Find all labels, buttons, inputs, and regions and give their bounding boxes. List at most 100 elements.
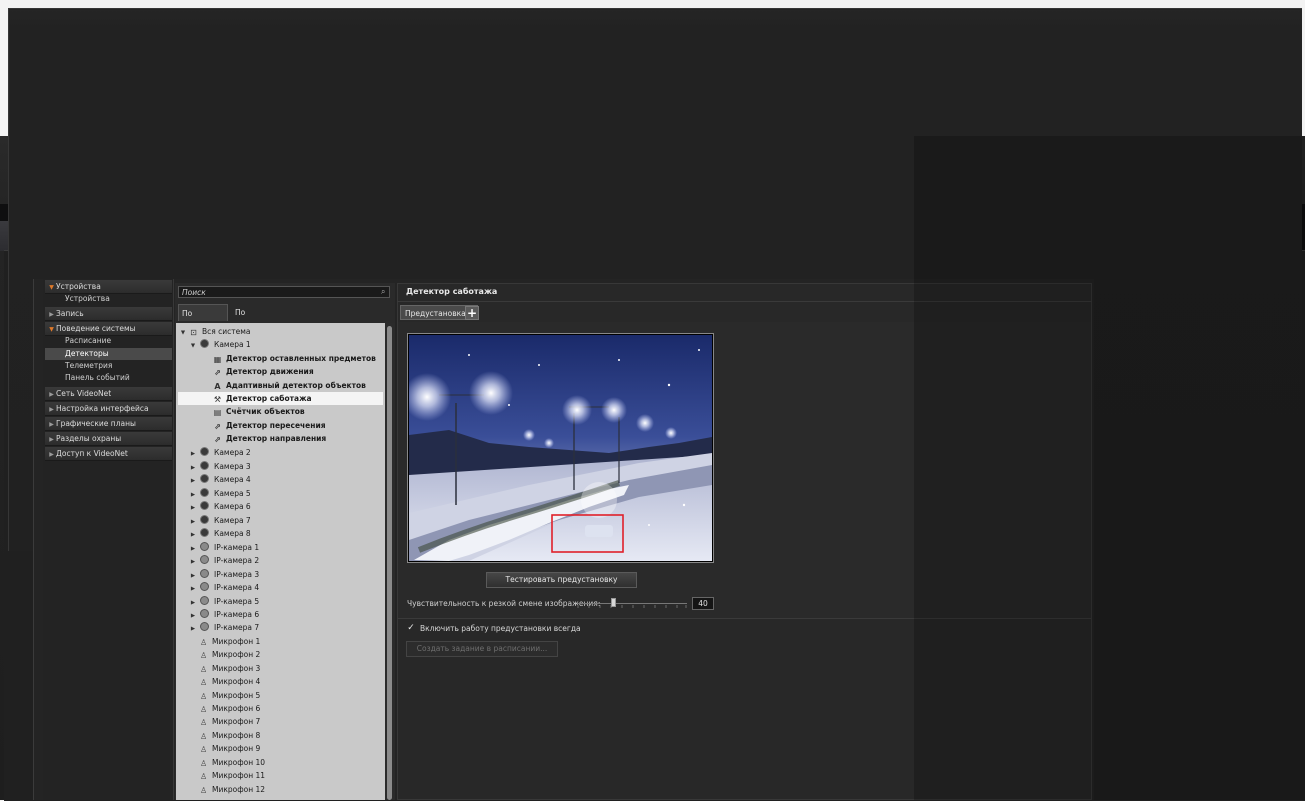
- tree-node-sabotage-detector[interactable]: ⚒ Детектор саботажа: [212, 392, 312, 405]
- nav-sub-event-panel[interactable]: Панель событий: [45, 372, 172, 384]
- nav-item-videonet[interactable]: ▶ Сеть VideoNet: [45, 387, 172, 401]
- tree-scrollbar-thumb[interactable]: [387, 326, 392, 800]
- tree-node-microphone[interactable]: ♙ Микрофон 10: [198, 756, 265, 769]
- tree-node-camera[interactable]: ▶ Камера 2: [188, 446, 251, 459]
- collapsed-arrow-icon: ▶: [49, 406, 54, 413]
- test-preset-button[interactable]: Тестировать предустановку: [486, 572, 637, 588]
- ip-camera-icon: [200, 569, 209, 578]
- microphone-icon: ♙: [200, 638, 208, 647]
- tree-node-microphone[interactable]: ♙ Микрофон 9: [198, 742, 260, 755]
- tree-node-ip-camera[interactable]: ▶ IP-камера 3: [188, 568, 259, 581]
- expanded-arrow-icon: ▼: [180, 330, 186, 336]
- tree-node-crossing-detector[interactable]: ⇗ Детектор пересечения: [212, 419, 325, 432]
- tree-node-camera[interactable]: ▶ Камера 5: [188, 487, 251, 500]
- tree-node-microphone[interactable]: ♙ Микрофон 7: [198, 715, 260, 728]
- ip-camera-icon: [200, 609, 209, 618]
- adaptive-detector-icon: A: [214, 382, 221, 391]
- microphone-icon: ♙: [200, 745, 208, 754]
- microphone-icon: ♙: [200, 786, 208, 795]
- ip-camera-icon: [200, 555, 209, 564]
- tree-node-microphone[interactable]: ♙ Микрофон 11: [198, 769, 265, 782]
- collapsed-arrow-icon: ▶: [49, 451, 54, 458]
- sensitivity-slider-thumb[interactable]: [611, 598, 616, 607]
- tree-node-ip-camera[interactable]: ▶ IP-камера 1: [188, 541, 259, 554]
- tree-node-camera[interactable]: ▶ Камера 7: [188, 514, 251, 527]
- tree-node-ip-camera[interactable]: ▶ IP-камера 5: [188, 595, 259, 608]
- sensitivity-slider-track[interactable]: [577, 603, 687, 604]
- nav-item-interface-settings[interactable]: ▶ Настройка интерфейса: [45, 402, 172, 416]
- search-icon[interactable]: ⌕: [381, 286, 391, 298]
- tree-node-camera[interactable]: ▶ Камера 8: [188, 527, 251, 540]
- crossing-icon: ⇗: [214, 422, 221, 431]
- tree-node-ip-camera[interactable]: ▶ IP-камера 4: [188, 581, 259, 594]
- sensitivity-value-input[interactable]: 40: [692, 597, 714, 610]
- panel-title: Детектор саботажа: [406, 287, 498, 296]
- tab-by-sections[interactable]: По разделам: [178, 304, 228, 335]
- tree-node-microphone[interactable]: ♙ Микрофон 5: [198, 689, 260, 702]
- nav-item-security-zones[interactable]: ▶ Разделы охраны: [45, 432, 172, 446]
- tree-node-camera[interactable]: ▶ Камера 3: [188, 460, 251, 473]
- tree-node-camera[interactable]: ▶ Камера 4: [188, 473, 251, 486]
- ip-camera-icon: [200, 582, 209, 591]
- snowy-road-scene: [409, 335, 712, 561]
- nav-item-graphic-plans[interactable]: ▶ Графические планы: [45, 417, 172, 431]
- tree-node-microphone[interactable]: ♙ Микрофон 12: [198, 783, 265, 796]
- tree-node-microphone[interactable]: ♙ Микрофон 6: [198, 702, 260, 715]
- enable-preset-label: Включить работу предустановки всегда: [420, 624, 581, 633]
- collapsed-arrow-icon: ▶: [49, 391, 54, 398]
- tree-node-motion-detector[interactable]: ⇗ Детектор движения: [212, 365, 314, 378]
- camera-icon: [200, 461, 209, 470]
- sabotage-icon: ⚒: [213, 395, 222, 404]
- nav-sub-telemetry[interactable]: Телеметрия: [45, 360, 172, 372]
- tab-by-connection[interactable]: По подключению: [232, 304, 302, 334]
- tree-node-camera[interactable]: ▶ Камера 6: [188, 500, 251, 513]
- nav-sub-devices[interactable]: Устройства: [45, 293, 172, 305]
- camera-preview-image: [409, 335, 712, 561]
- counter-icon: ▤: [213, 408, 222, 417]
- tree-node-root[interactable]: ▼ ⊡ Вся система: [178, 325, 251, 338]
- microphone-icon: ♙: [200, 772, 208, 781]
- tree-node-microphone[interactable]: ♙ Микрофон 2: [198, 648, 260, 661]
- nav-item-system-behavior[interactable]: ▼ Поведение системы: [45, 322, 172, 336]
- nav-sub-schedule[interactable]: Расписание: [45, 335, 172, 347]
- tree-node-microphone[interactable]: ♙ Микрофон 4: [198, 675, 260, 688]
- sensitivity-label: Чувствительность к резкой смене изображе…: [407, 599, 601, 608]
- microphone-icon: ♙: [200, 651, 208, 660]
- tree-node-object-counter[interactable]: ▤ Счётчик объектов: [212, 405, 305, 418]
- tree-node-microphone[interactable]: ♙ Микрофон 3: [198, 662, 260, 675]
- camera-icon: [200, 474, 209, 483]
- enable-preset-checkbox[interactable]: ✓: [407, 624, 415, 633]
- camera-icon: [200, 528, 209, 537]
- tree-node-abandoned-object-detector[interactable]: ▦ Детектор оставленных предметов: [212, 352, 376, 365]
- nav-item-videonet-access[interactable]: ▶ Доступ к VideoNet: [45, 447, 172, 461]
- tree-node-microphone[interactable]: ♙ Микрофон 8: [198, 729, 260, 742]
- microphone-icon: ♙: [200, 718, 208, 727]
- collapsed-arrow-icon: ▶: [49, 311, 54, 318]
- nav-sub-detectors[interactable]: Детекторы: [45, 348, 172, 360]
- camera-icon: [200, 447, 209, 456]
- nav-item-devices[interactable]: ▼ Устройства: [45, 280, 172, 294]
- tree-node-microphone[interactable]: ♙ Микрофон 1: [198, 635, 260, 648]
- microphone-icon: ♙: [200, 678, 208, 687]
- microphone-icon: ♙: [200, 665, 208, 674]
- tree-node-direction-detector[interactable]: ⇗ Детектор направления: [212, 432, 326, 445]
- ip-camera-icon: [200, 542, 209, 551]
- right-side-shade: [914, 136, 1305, 800]
- microphone-icon: ♙: [200, 705, 208, 714]
- create-schedule-button[interactable]: Создать задание в расписании...: [406, 641, 558, 657]
- ip-camera-icon: [200, 622, 209, 631]
- tree-node-ip-camera[interactable]: ▶ IP-камера 6: [188, 608, 259, 621]
- abandoned-object-icon: ▦: [213, 355, 222, 364]
- camera-icon: [200, 339, 209, 348]
- tree-node-ip-camera[interactable]: ▶ IP-камера 2: [188, 554, 259, 567]
- microphone-icon: ♙: [200, 732, 208, 741]
- expanded-arrow-icon: ▼: [190, 343, 196, 349]
- nav-item-recording[interactable]: ▶ Запись: [45, 307, 172, 321]
- tree-node-adaptive-detector[interactable]: A Адаптивный детектор объектов: [212, 379, 366, 392]
- tree-node-ip-camera[interactable]: ▶ IP-камера 7: [188, 621, 259, 634]
- camera-icon: [200, 501, 209, 510]
- search-input[interactable]: Поиск: [178, 286, 390, 298]
- system-icon: ⊡: [190, 328, 197, 337]
- tree-node-camera-1[interactable]: ▼ Камера 1: [188, 338, 251, 351]
- plus-icon[interactable]: +: [465, 306, 479, 320]
